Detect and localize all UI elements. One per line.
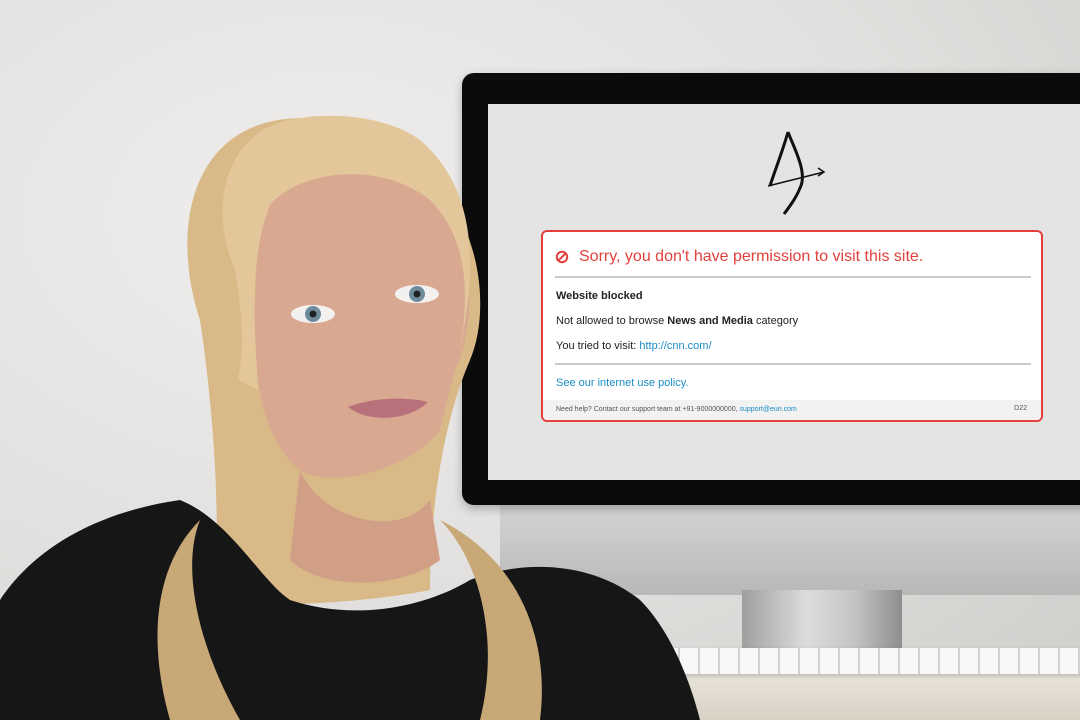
monitor-stand (742, 590, 902, 650)
keyboard (640, 648, 1080, 674)
support-email-link[interactable]: support@eun.com (740, 406, 797, 413)
footer-code: D22 (1014, 405, 1027, 412)
presenter-photo (0, 115, 700, 720)
archer-bow-logo (767, 131, 826, 215)
category-suffix: category (755, 315, 799, 327)
